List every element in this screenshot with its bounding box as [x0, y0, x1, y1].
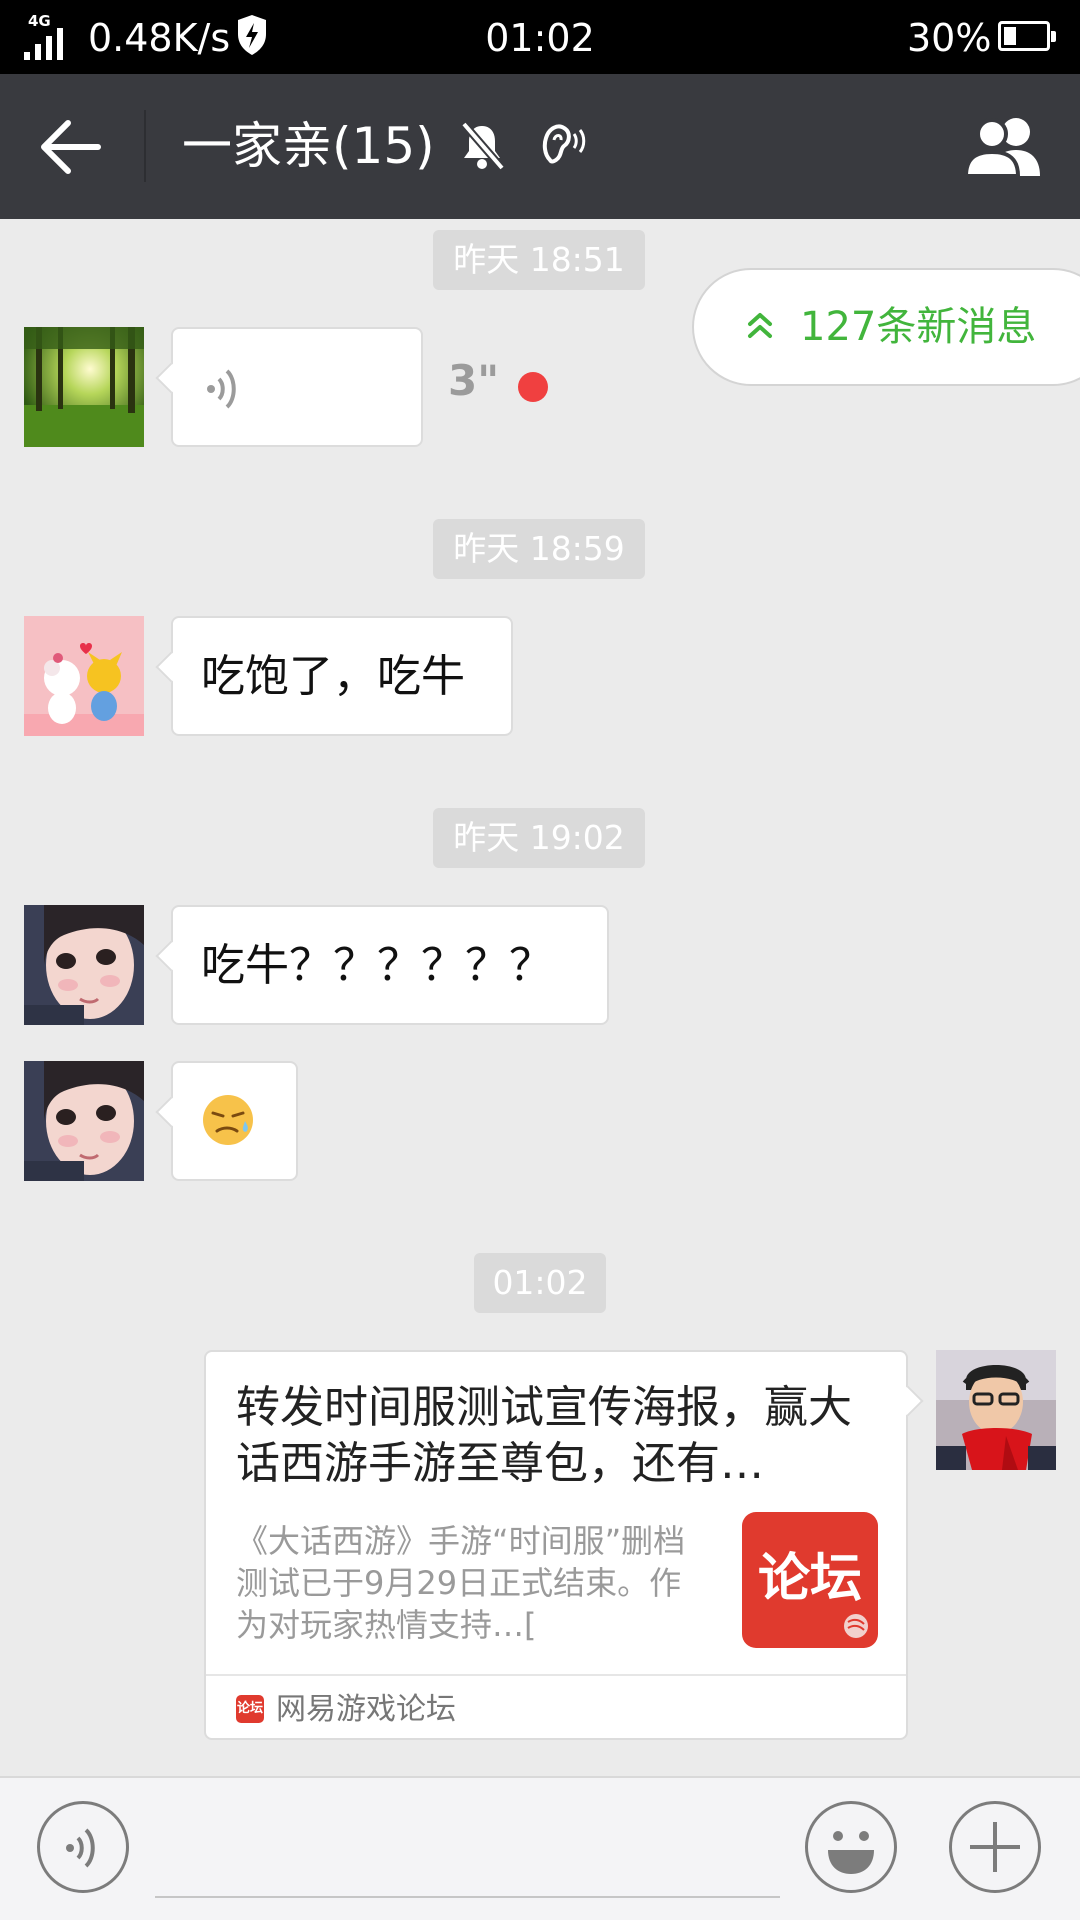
emoji-button[interactable] [805, 1801, 897, 1893]
arrow-left-icon[interactable] [36, 114, 106, 180]
netease-logo-icon [844, 1614, 868, 1638]
smiley-icon [828, 1831, 874, 1874]
voice-input-button[interactable] [37, 1801, 129, 1893]
status-bar: 4G 0.48K/s 01:02 30% [0, 0, 1080, 74]
link-card-message[interactable]: 转发时间服测试宣传海报，赢大话西游手游至尊包，还有… 《大话西游》手游“时间服”… [204, 1350, 908, 1740]
chat-header: 一家亲(15) [0, 74, 1080, 219]
chat-title: 一家亲(15) [182, 117, 435, 175]
message-timestamp: 01:02 [474, 1253, 606, 1313]
boy-avatar-image [936, 1350, 1056, 1470]
ear-icon [542, 124, 586, 164]
text-message-bubble[interactable]: 吃饱了，吃牛 [171, 616, 513, 736]
voice-duration: 3" [448, 356, 500, 405]
girl-avatar-image [24, 905, 144, 1025]
header-divider [144, 110, 146, 182]
my-avatar[interactable] [936, 1350, 1056, 1470]
message-timestamp: 昨天 18:59 [433, 519, 645, 579]
avatar[interactable] [24, 616, 144, 736]
new-messages-label: 127条新消息 [800, 304, 1037, 350]
avatar[interactable] [24, 905, 144, 1025]
card-divider [206, 1674, 906, 1676]
link-card-source: 网易游戏论坛 [276, 1692, 456, 1727]
message-timestamp: 昨天 18:51 [433, 230, 645, 290]
more-button[interactable] [949, 1801, 1041, 1893]
new-messages-button[interactable]: 127条新消息 [692, 268, 1080, 386]
sweat-emoji-icon [203, 1095, 253, 1145]
voice-wave-icon [207, 369, 236, 409]
input-bar [0, 1776, 1080, 1920]
girl-avatar-image [24, 1061, 144, 1181]
forum-thumbnail: 论坛 [742, 1512, 878, 1648]
message-text: 吃牛？？？？？？ [201, 940, 553, 991]
thumbnail-logo-text: 论坛 [757, 1549, 862, 1609]
link-card-description: 《大话西游》手游“时间服”删档测试已于9月29日正式结束。作为对玩家热情支持…[ [236, 1522, 686, 1644]
battery-percent: 30% [907, 16, 992, 60]
group-members-icon[interactable] [964, 114, 1048, 180]
message-input[interactable] [155, 1896, 780, 1898]
voice-icon [66, 1828, 95, 1868]
voice-message-bubble[interactable] [171, 327, 423, 447]
text-message-bubble[interactable]: 吃牛？？？？？？ [171, 905, 609, 1025]
forest-avatar-image [24, 327, 144, 447]
plus-icon [970, 1822, 1020, 1872]
forum-source-icon: 论坛 [236, 1695, 264, 1723]
avatar[interactable] [24, 1061, 144, 1181]
link-card-title: 转发时间服测试宣传海报，赢大话西游手游至尊包，还有… [236, 1382, 852, 1489]
avatar[interactable] [24, 327, 144, 447]
bell-off-icon [460, 121, 506, 171]
message-timestamp: 昨天 19:02 [433, 808, 645, 868]
unread-dot [518, 372, 548, 402]
emoji-message-bubble[interactable] [171, 1061, 298, 1181]
battery-icon [998, 21, 1056, 51]
cartoon-dogs-avatar-image [24, 616, 144, 736]
double-chevron-up-icon [748, 313, 772, 338]
message-text: 吃饱了，吃牛 [201, 651, 465, 702]
